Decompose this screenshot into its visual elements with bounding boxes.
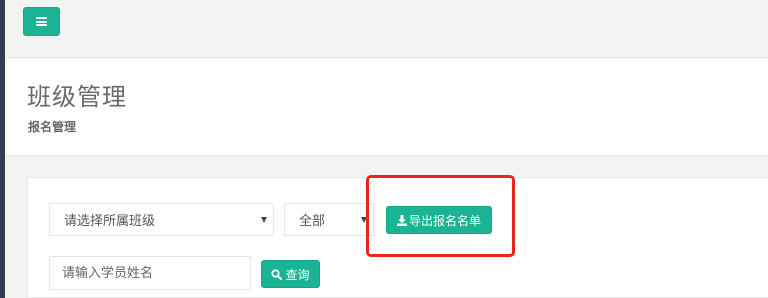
filter-panel: 请选择所属班级 全部 导出报名名单 查询	[27, 177, 768, 298]
menu-toggle-button[interactable]	[23, 7, 60, 36]
status-select[interactable]: 全部	[284, 203, 374, 236]
status-select-value: 全部	[299, 214, 326, 229]
breadcrumb: 报名管理	[28, 120, 77, 134]
search-icon	[271, 268, 283, 280]
student-name-input[interactable]	[49, 256, 251, 290]
top-navbar	[5, 0, 768, 58]
hamburger-icon	[36, 17, 47, 26]
class-select[interactable]: 请选择所属班级	[49, 203, 274, 236]
search-button[interactable]: 查询	[261, 260, 320, 288]
export-button-label: 导出报名名单	[408, 213, 481, 228]
export-enrollment-button[interactable]: 导出报名名单	[386, 206, 492, 234]
search-button-label: 查询	[285, 267, 310, 282]
page-heading: 班级管理 报名管理	[5, 59, 768, 156]
caret-down-icon	[361, 217, 367, 223]
caret-down-icon	[261, 217, 267, 223]
class-select-value: 请选择所属班级	[64, 214, 156, 229]
page-title: 班级管理	[27, 83, 127, 111]
download-icon	[396, 214, 407, 226]
